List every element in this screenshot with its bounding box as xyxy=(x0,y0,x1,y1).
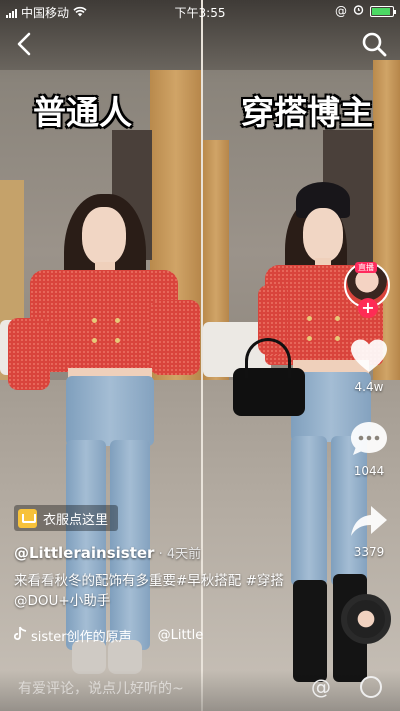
back-button[interactable] xyxy=(12,30,38,58)
comment-button[interactable]: 1044 xyxy=(346,420,392,478)
comment-count: 1044 xyxy=(353,464,385,478)
status-bar: 中国移动 下午3:55 @ xyxy=(0,0,400,22)
music-info[interactable]: sister创作的原声 @Little xyxy=(14,626,332,645)
emoji-icon[interactable] xyxy=(360,676,382,698)
post-time: 4天前 xyxy=(166,547,202,562)
post-description[interactable]: 来看看秋冬的配饰有多重要#早秋搭配 #穿搭@DOU+小助手 xyxy=(14,571,332,611)
author-handle[interactable]: @Littlerainsister xyxy=(14,544,154,562)
music-author: @Little xyxy=(157,628,204,643)
share-arrow-icon xyxy=(351,506,387,536)
post-author-line: @Littlerainsister · 4天前 xyxy=(14,543,201,562)
like-count: 4.4w xyxy=(354,380,384,394)
comment-icon xyxy=(351,422,387,455)
follow-button[interactable]: + xyxy=(358,298,378,318)
search-icon xyxy=(362,32,387,57)
product-link-label: 衣服点这里 xyxy=(43,512,109,528)
like-button[interactable]: 4.4w xyxy=(346,338,392,394)
comment-bar: 有爱评论，说点儿好听的~ @ xyxy=(0,670,400,711)
mention-button[interactable]: @ xyxy=(311,675,331,699)
music-disc[interactable] xyxy=(341,594,391,644)
music-note-icon xyxy=(14,626,27,645)
music-title: sister创作的原声 xyxy=(31,630,132,645)
heart-icon xyxy=(351,339,387,372)
at-sign-icon: @ xyxy=(335,4,347,18)
alarm-icon xyxy=(353,4,364,18)
overlay-title-right: 穿搭博主 xyxy=(240,92,374,133)
live-badge: 直播 xyxy=(355,262,377,273)
share-count: 3379 xyxy=(353,545,385,559)
comment-input[interactable]: 有爱评论，说点儿好听的~ xyxy=(18,678,184,698)
search-button[interactable] xyxy=(360,30,388,58)
shopping-cart-icon xyxy=(18,508,37,528)
chevron-left-icon xyxy=(17,32,31,56)
battery-icon xyxy=(370,5,396,17)
overlay-title-left: 普通人 xyxy=(32,92,133,133)
status-right: @ xyxy=(335,4,396,18)
time-separator: · xyxy=(154,547,167,562)
product-link[interactable]: 衣服点这里 xyxy=(14,505,119,531)
share-button[interactable]: 3379 xyxy=(346,503,392,559)
